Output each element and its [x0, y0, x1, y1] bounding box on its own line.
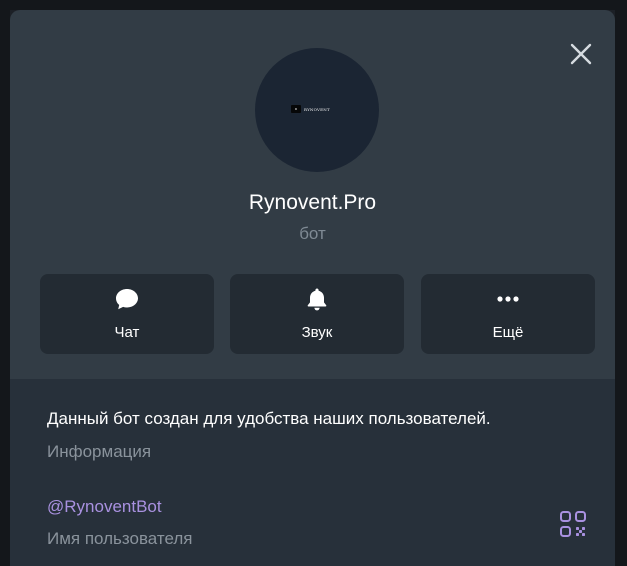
info-section: Данный бот создан для удобства наших пол… [10, 379, 615, 566]
more-button-label: Ещё [492, 324, 524, 341]
description-caption: Информация [47, 442, 152, 461]
close-button[interactable] [567, 40, 595, 68]
close-icon [570, 43, 592, 65]
chat-button-label: Чат [114, 324, 140, 341]
backdrop-right-edge [615, 0, 627, 566]
more-button[interactable]: Ещё [421, 274, 595, 354]
logo-mark: R [291, 105, 301, 113]
sound-button-label: Звук [301, 324, 333, 341]
profile-dialog: R RYNOVENT Rynovent.Pro бот Чат Звук Ещё… [10, 10, 615, 566]
sound-button[interactable]: Звук [230, 274, 404, 354]
profile-name: Rynovent.Pro [248, 191, 377, 214]
bell-icon [307, 288, 327, 311]
username-link[interactable]: @RynoventBot [47, 496, 162, 518]
qr-code-button[interactable] [558, 509, 588, 539]
bot-description: Данный бот создан для удобства наших пол… [47, 409, 491, 428]
qr-code-icon [560, 511, 586, 537]
logo-text: RYNOVENT [304, 106, 330, 112]
avatar[interactable]: R RYNOVENT [255, 48, 379, 172]
username-caption: Имя пользователя [47, 529, 193, 548]
profile-type: бот [299, 224, 326, 243]
chat-bubble-icon [116, 289, 138, 310]
more-dots-icon [497, 296, 519, 302]
chat-button[interactable]: Чат [40, 274, 214, 354]
backdrop-left-edge [0, 0, 10, 566]
avatar-logo: R RYNOVENT [291, 105, 330, 113]
backdrop-top-edge [0, 0, 627, 10]
